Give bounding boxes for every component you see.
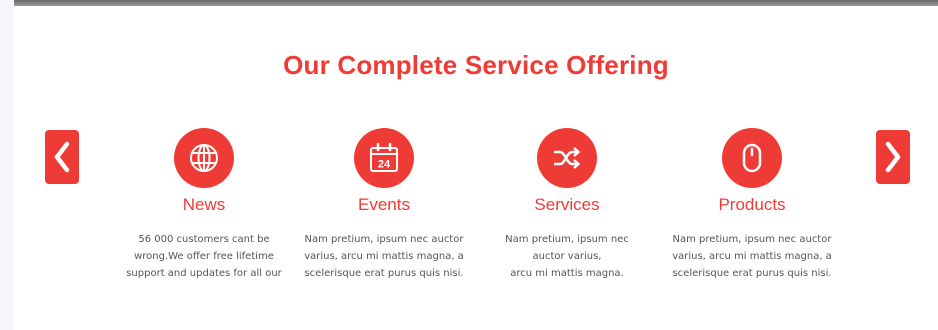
description-line: 56 000 customers cant be xyxy=(138,234,270,245)
description-line: arcu mi mattis magna. xyxy=(510,268,624,279)
description-line: wrong.We offer free lifetime xyxy=(134,251,274,262)
description-line: varius, arcu mi mattis magna, a xyxy=(672,251,832,262)
calendar-day-text: 24 xyxy=(378,159,391,171)
carousel-prev-button[interactable] xyxy=(45,130,79,184)
item-description: Nam pretium, ipsum nec auctor varius, ar… xyxy=(482,231,652,282)
item-title[interactable]: News xyxy=(119,195,289,215)
services-section: Our Complete Service Offering News 56 00… xyxy=(14,6,938,330)
mouse-icon xyxy=(722,128,782,188)
description-line: Nam pretium, ipsum nec auctor xyxy=(672,234,832,245)
chevron-right-icon xyxy=(885,141,901,173)
item-title[interactable]: Events xyxy=(299,195,469,215)
description-line: auctor varius, xyxy=(532,251,602,262)
description-line: Nam pretium, ipsum nec xyxy=(505,234,629,245)
item-description: Nam pretium, ipsum nec auctor varius, ar… xyxy=(667,231,837,282)
section-title: Our Complete Service Offering xyxy=(283,50,669,80)
carousel-next-button[interactable] xyxy=(876,130,910,184)
carousel-item-products[interactable]: Products Nam pretium, ipsum nec auctor v… xyxy=(667,128,837,282)
shuffle-icon xyxy=(537,128,597,188)
carousel-item-news[interactable]: News 56 000 customers cant be wrong.We o… xyxy=(119,128,289,282)
description-line: scelerisque erat purus quis nisi. xyxy=(672,268,832,279)
description-line: scelerisque erat purus quis nisi. xyxy=(304,268,464,279)
description-line: Nam pretium, ipsum nec auctor xyxy=(304,234,464,245)
description-line: support and updates for all our xyxy=(126,268,282,279)
chevron-left-icon xyxy=(54,141,70,173)
item-title[interactable]: Services xyxy=(482,195,652,215)
item-description: Nam pretium, ipsum nec auctor varius, ar… xyxy=(299,231,469,282)
description-line: varius, arcu mi mattis magna, a xyxy=(304,251,464,262)
carousel-item-services[interactable]: Services Nam pretium, ipsum nec auctor v… xyxy=(482,128,652,282)
item-title[interactable]: Products xyxy=(667,195,837,215)
calendar-icon: 24 xyxy=(354,128,414,188)
item-description: 56 000 customers cant be wrong.We offer … xyxy=(119,231,289,282)
carousel-item-events[interactable]: 24 Events Nam pretium, ipsum nec auctor … xyxy=(299,128,469,282)
globe-icon xyxy=(174,128,234,188)
